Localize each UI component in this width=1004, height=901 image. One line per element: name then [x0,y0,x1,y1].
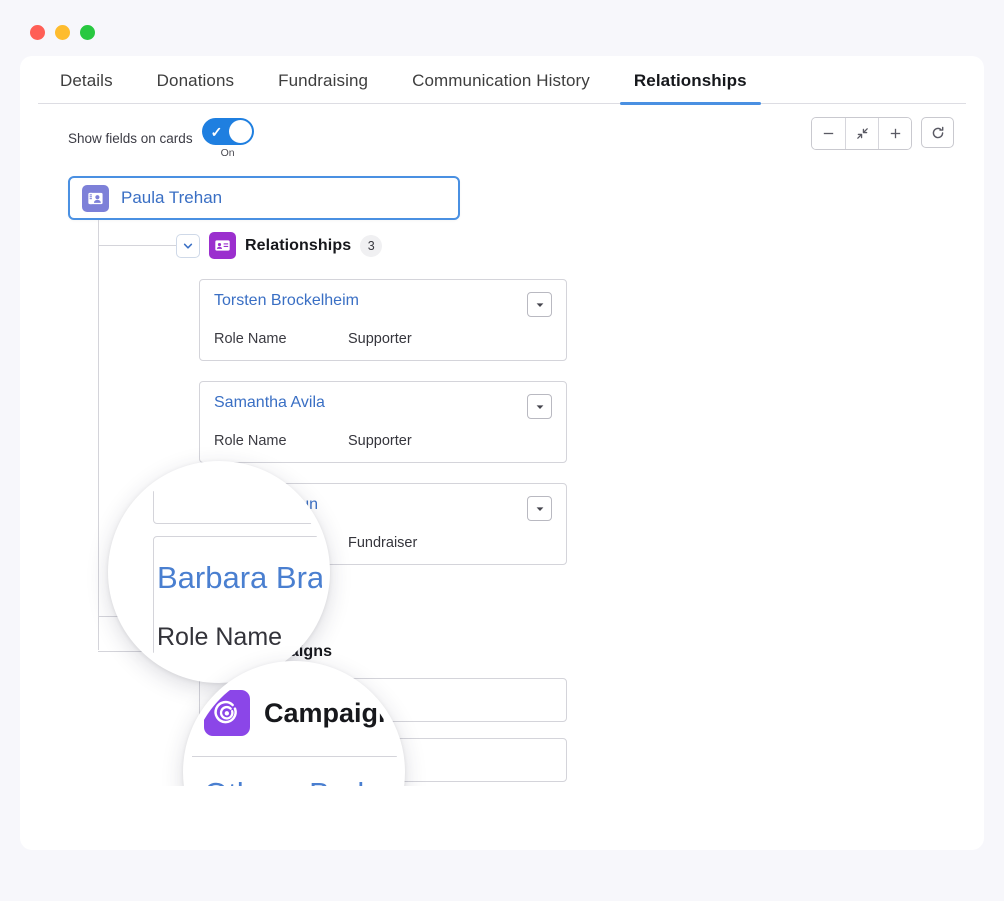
magnified-section-title: Campaigns [264,697,398,728]
campaign-target-icon [204,690,250,736]
checkmark-icon: ✓ [210,123,223,140]
card-menu-button[interactable] [527,496,552,521]
show-fields-toggle-group: Show fields on cards ✓ On [68,118,254,159]
show-fields-on-cards-toggle[interactable]: ✓ [201,118,254,145]
refresh-icon [932,126,943,138]
zoom-in-button[interactable] [878,118,911,149]
zoom-button-group [811,117,912,150]
field-label: Role Name [214,433,287,449]
card-menu-button[interactable] [527,394,552,419]
fit-screen-icon [856,128,868,139]
magnified-card-title: Barbara Braun [157,560,323,595]
id-card-icon [209,232,236,259]
root-node-label: Paula Trehan [121,188,223,207]
magnified-card-outline [153,536,323,676]
section-header-relationships[interactable]: Relationships 3 [176,232,383,259]
maximize-window-button[interactable] [80,24,95,40]
content-sheet: Details Donations Fundraising Communicat… [20,56,984,850]
magnified-field-label: Role Name [157,623,283,651]
field-label: Role Name [214,331,287,347]
contact-card-icon [82,184,109,212]
tab-details[interactable]: Details [38,71,135,104]
tree-trunk-line [98,220,99,650]
field-value: Fundraiser [348,535,418,551]
magnified-campaign-title: Other - Barbara B [204,776,398,786]
tree-branch-line [98,245,176,246]
magnified-section-header: Campaigns [204,690,398,736]
caret-down-icon [536,302,543,307]
window-titlebar [10,8,994,56]
relationship-card[interactable]: Torsten Brockelheim Role Name Supporter [199,279,567,361]
refresh-button[interactable] [921,117,954,148]
tree-root-node[interactable]: Paula Trehan [68,176,460,220]
toggle-state-label: On [220,147,235,159]
magnifier-campaigns: Campaigns Other - Barbara B ehan - Givin… [183,661,405,786]
toggle-knob [228,120,252,143]
field-value: Supporter [348,433,412,449]
caret-down-icon [536,506,543,511]
minus-icon [823,132,834,135]
canvas-controls: Show fields on cards ✓ On [20,104,984,166]
section-title: Relationships [245,236,352,254]
card-menu-button[interactable] [527,292,552,317]
plus-icon [890,128,900,139]
caret-down-icon [536,404,543,409]
tab-fundraising[interactable]: Fundraising [256,71,390,104]
section-count-badge: 3 [360,234,383,257]
app-window: Details Donations Fundraising Communicat… [10,8,994,850]
tab-relationships[interactable]: Relationships [612,71,769,105]
tab-bar: Details Donations Fundraising Communicat… [20,56,984,105]
tab-donations[interactable]: Donations [135,71,256,104]
close-window-button[interactable] [30,24,45,40]
fit-to-screen-button[interactable] [845,118,878,149]
minimize-window-button[interactable] [55,24,70,40]
relationship-tree-canvas[interactable]: Paula Trehan Relationships 3 Torsten Bro… [20,166,984,786]
relationship-card-title[interactable]: Torsten Brockelheim [214,292,359,310]
tab-communication-history[interactable]: Communication History [390,71,612,104]
relationship-card[interactable]: Samantha Avila Role Name Supporter [199,381,567,463]
field-value: Supporter [348,331,412,347]
zoom-out-button[interactable] [812,118,845,149]
relationship-card-title[interactable]: Samantha Avila [214,394,325,412]
magnified-card-outline [153,468,323,524]
chevron-down-icon[interactable] [176,233,200,258]
show-fields-label: Show fields on cards [68,131,193,146]
magnifier-relationship-card: Barbara Braun Role Name [108,461,330,683]
zoom-toolbar [811,117,954,150]
